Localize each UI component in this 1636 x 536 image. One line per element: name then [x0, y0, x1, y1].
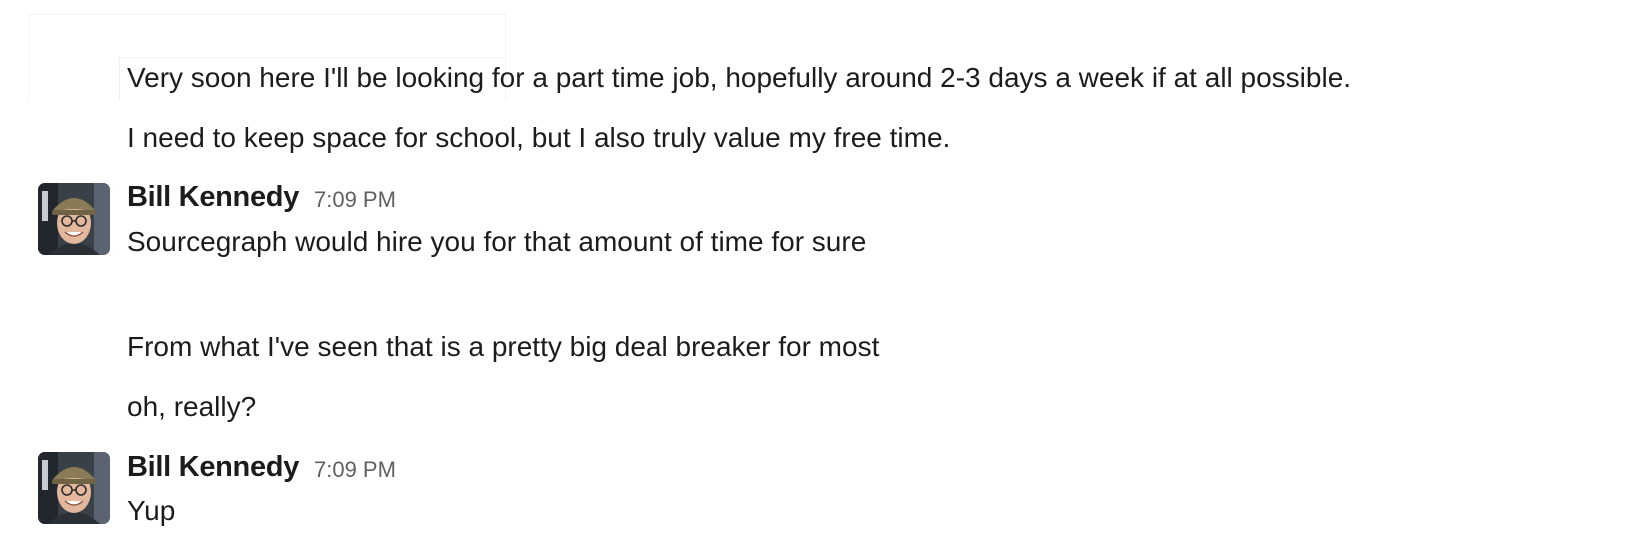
author-name[interactable]: Bill Kennedy: [127, 450, 299, 484]
hover-outline-divider: [119, 57, 120, 100]
message-pane: Very soon here I'll be looking for a par…: [0, 0, 1636, 536]
message-text: oh, really?: [127, 391, 257, 422]
user-avatar-icon: [38, 452, 110, 524]
message-text: I need to keep space for school, but I a…: [127, 122, 951, 153]
author-name[interactable]: Bill Kennedy: [127, 180, 299, 214]
avatar[interactable]: [38, 452, 110, 524]
message-text: Yup: [127, 495, 176, 526]
message-text: Very soon here I'll be looking for a par…: [127, 62, 1352, 93]
message-text: From what I've seen that is a pretty big…: [127, 331, 880, 362]
user-avatar-icon: [38, 183, 110, 255]
message-timestamp[interactable]: 7:09 PM: [314, 185, 396, 215]
hover-outline-divider: [118, 57, 504, 58]
message-text: Sourcegraph would hire you for that amou…: [127, 226, 867, 257]
avatar[interactable]: [38, 183, 110, 255]
message-timestamp[interactable]: 7:09 PM: [314, 455, 396, 485]
